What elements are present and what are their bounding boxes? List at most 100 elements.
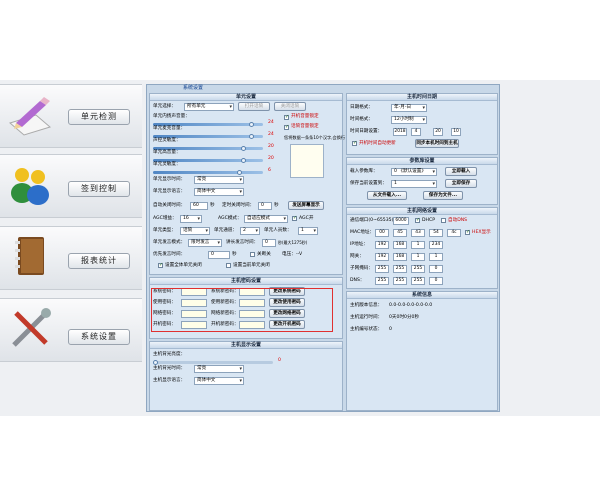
host-brightness-slider[interactable] (153, 360, 273, 365)
params-header: 参数库设置 (347, 158, 497, 165)
dhcp-checkbox[interactable] (415, 217, 420, 223)
unit-people-dropdown[interactable]: 1 (298, 227, 318, 235)
unit-people-label: 单元人员数： (264, 228, 292, 233)
nav-item-system-settings[interactable]: 系统设置 (0, 298, 142, 362)
ip-part[interactable]: 1 (411, 241, 425, 249)
subnet-part[interactable]: 255 (393, 265, 407, 273)
host-backlight-dropdown[interactable]: 常亮 (194, 365, 244, 373)
dns-part[interactable]: 255 (375, 277, 389, 285)
ip-part[interactable]: 168 (393, 241, 407, 249)
slider-knob[interactable] (249, 134, 254, 139)
load-params-dropdown[interactable]: 0 《默认设置》 (391, 168, 437, 176)
dns-part[interactable]: 255 (411, 277, 425, 285)
speak-mode-dropdown[interactable]: 限时发言 (188, 239, 222, 247)
tools-icon (12, 308, 51, 347)
volume-label: 单元内扬声音量： (153, 114, 190, 119)
agc-checkbox[interactable] (292, 215, 297, 221)
open-mic-button[interactable]: 打开话筒 (238, 102, 270, 111)
unit-type-dropdown[interactable]: 话筒 (180, 227, 210, 235)
sensitivity-value: 6 (268, 168, 271, 173)
close-mic-button[interactable]: 关闭话筒 (274, 102, 306, 111)
unit-check-button[interactable]: 单元检测 (68, 109, 130, 125)
unit-count-value: 0 (389, 327, 392, 332)
reset-one-checkbox[interactable] (226, 263, 231, 268)
sign-control-button[interactable]: 签到控制 (68, 181, 130, 197)
dns-part[interactable]: 255 (393, 277, 407, 285)
month-input[interactable]: 4 (411, 128, 421, 136)
load-now-button[interactable]: 立即载入 (445, 167, 477, 176)
volume-lock-checkbox[interactable] (284, 114, 289, 120)
display-mode-dropdown[interactable]: 常亮 (194, 176, 244, 184)
nav-item-report-stats[interactable]: 报表统计 (0, 226, 142, 290)
save-now-button[interactable]: 立即保存 (445, 179, 477, 188)
ip-part[interactable]: 234 (429, 241, 443, 249)
save-params-dropdown[interactable]: 1 (391, 180, 437, 188)
sensitivity-label: 单元灵敏度： (153, 162, 181, 167)
slider-knob[interactable] (237, 170, 242, 175)
slider-knob[interactable] (241, 146, 246, 151)
priority-input[interactable]: 0 (208, 251, 230, 259)
unit-channel-dropdown[interactable]: 2 (240, 227, 260, 235)
time-format-dropdown[interactable]: 12小时制 (391, 116, 427, 124)
system-settings-button[interactable]: 系统设置 (68, 329, 130, 345)
gateway-part[interactable]: 1 (429, 253, 443, 261)
slider-knob[interactable] (241, 158, 246, 163)
params-panel: 参数库设置 载入参数库： 0 《默认设置》 立即载入 保存当前设置到： 1 立即… (346, 157, 498, 205)
agc-mode-dropdown[interactable]: 自适应模式 (244, 215, 288, 223)
mac-part[interactable]: 54 (429, 229, 443, 237)
auto-dns-checkbox[interactable] (441, 218, 446, 223)
host-language-dropdown[interactable]: 简体中文 (194, 377, 244, 385)
timer-input[interactable]: 0 (258, 202, 272, 210)
host-time-header: 主机时间日期 (347, 94, 497, 101)
hour-input[interactable]: 10 (451, 128, 461, 136)
auto-off-input[interactable]: 60 (190, 202, 208, 210)
slider-knob[interactable] (249, 122, 254, 127)
highlight-frame (151, 288, 333, 332)
dns-part[interactable]: 0 (429, 277, 443, 285)
gateway-part[interactable]: 168 (393, 253, 407, 261)
send-text-button[interactable]: 发送屏幕显示 (288, 201, 324, 210)
mic-lock-checkbox[interactable] (284, 124, 289, 130)
unit-select-dropdown[interactable]: 所有单元 (184, 103, 234, 111)
agc-gain-dropdown[interactable]: 16 (180, 215, 202, 223)
load-from-file-button[interactable]: 从文件载入... (367, 191, 407, 200)
port-input[interactable]: 6000 (393, 217, 409, 225)
subnet-part[interactable]: 0 (429, 265, 443, 273)
host-backlight-label: 主机背光时间： (153, 366, 186, 371)
nav-item-sign-control[interactable]: 签到控制 (0, 154, 142, 218)
date-format-dropdown[interactable]: 年-月-日 (391, 104, 427, 112)
host-brightness-value: 0 (278, 358, 281, 363)
gateway-part[interactable]: 1 (411, 253, 425, 261)
speak-mode-label: 单元发言模式： (153, 240, 186, 245)
hex-checkbox[interactable] (465, 229, 470, 235)
mac-part[interactable]: 45 (393, 229, 407, 237)
timer-unit: 秒 (274, 203, 279, 208)
mac-label: MAC地址： (350, 230, 375, 235)
mac-part[interactable]: 00 (375, 229, 389, 237)
version-value: 0.0-0.0-0.0-0.0-0.0 (389, 303, 433, 308)
auto-sync-checkbox[interactable] (352, 140, 357, 146)
subnet-part[interactable]: 255 (375, 265, 389, 273)
subnet-part[interactable]: 255 (411, 265, 425, 273)
shutdown-checkbox[interactable] (250, 252, 255, 257)
gateway-part[interactable]: 192 (375, 253, 389, 261)
sync-time-button[interactable]: 同步本机时间到主机 (415, 139, 459, 148)
year-input[interactable]: 2018 (393, 128, 407, 136)
ip-part[interactable]: 192 (375, 241, 389, 249)
host-time-panel: 主机时间日期 日期格式： 年-月-日 时间格式： 12小时制 时间日期设置： 2… (346, 93, 498, 155)
sensitivity-slider[interactable] (153, 170, 263, 175)
display-text-box[interactable] (290, 144, 324, 178)
day-input[interactable]: 20 (433, 128, 443, 136)
report-stats-button[interactable]: 报表统计 (68, 253, 130, 269)
language-dropdown[interactable]: 简体中文 (194, 188, 244, 196)
save-to-file-button[interactable]: 保存为文件... (423, 191, 463, 200)
priority-unit: 秒 (232, 252, 237, 257)
host-display-panel: 主机显示设置 主机背光亮度： 0 主机背光时间： 常亮 主机显示语言： 简体中文 (149, 341, 343, 411)
power-value: --V (296, 252, 303, 257)
mac-part[interactable]: 43 (411, 229, 425, 237)
nav-item-unit-check[interactable]: 单元检测 (0, 84, 142, 148)
mac-part[interactable]: 4c (447, 229, 461, 237)
gateway-label: 网关： (350, 254, 364, 259)
reset-all-checkbox[interactable] (158, 262, 163, 268)
speak-time-input[interactable]: 0 (262, 239, 276, 247)
